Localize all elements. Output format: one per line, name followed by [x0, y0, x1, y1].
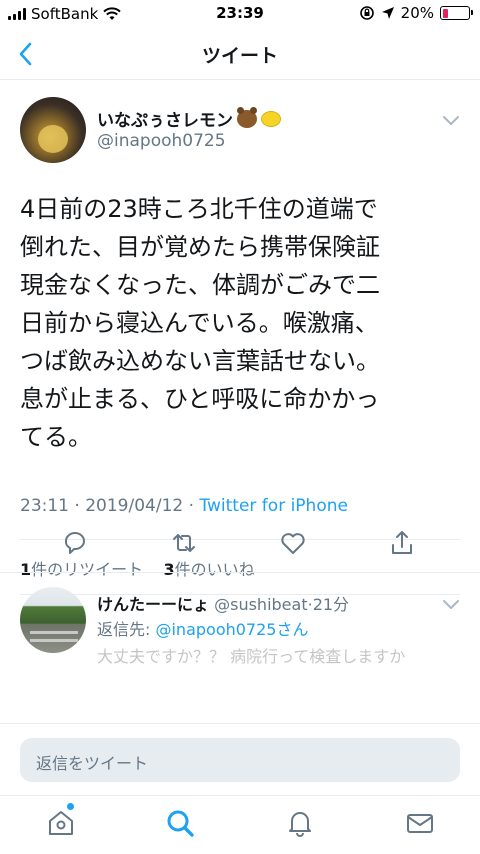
chevron-down-icon[interactable] [442, 113, 460, 127]
battery-percent: 20% [400, 4, 434, 22]
reply-author-handle[interactable]: @sushibeat [214, 595, 307, 614]
tab-bar [0, 795, 480, 854]
meta-separator: · [183, 496, 200, 516]
meta-separator: · [69, 496, 86, 516]
reply-author-name[interactable]: けんたーーにょ [97, 595, 209, 614]
navigation-bar: ツイート [0, 28, 480, 80]
author-display-name[interactable]: いなぷぅさレモン [97, 106, 233, 131]
heart-icon[interactable] [278, 528, 308, 558]
reply-header: けんたーーにょ @sushibeat·21分 [97, 591, 349, 615]
tweet-text-line: 息が止まる、ひと呼吸に命かかっ [20, 385, 380, 413]
location-arrow-icon [381, 7, 394, 19]
tweet-date: 2019/04/12 [85, 496, 184, 516]
page-title: ツイート [201, 45, 278, 67]
orientation-lock-icon [359, 6, 374, 20]
reply-input[interactable]: 返信をツイート [20, 738, 460, 782]
replying-to-label: 返信先: [97, 620, 156, 639]
tweet-source-link[interactable]: Twitter for iPhone [199, 496, 348, 516]
status-bar: SoftBank 23:39 20% [0, 0, 480, 28]
tweet-text-line: 倒れた、目が覚めたら携帯保険証 [20, 233, 380, 261]
reply-tweet[interactable]: けんたーーにょ @sushibeat·21分 返信先: @inapooh0725… [0, 573, 480, 723]
author-handle[interactable]: @inapooh0725 [97, 131, 226, 151]
tweet-actions [0, 528, 480, 564]
battery-icon [440, 6, 473, 20]
search-icon[interactable] [163, 806, 197, 840]
lemon-emoji-icon [261, 110, 281, 127]
mention-suffix: さん [276, 620, 309, 639]
avatar[interactable] [20, 587, 86, 653]
home-icon[interactable] [44, 806, 78, 840]
tweet-text: 4日前の23時ころ北千住の道端で 倒れた、目が覚めたら携帯保険証 現金なくなった… [20, 190, 460, 456]
bear-emoji-icon [237, 106, 257, 128]
replying-to: 返信先: @inapooh0725さん [97, 616, 308, 640]
replying-to-mention[interactable]: @inapooh0725さん [155, 620, 308, 639]
reply-text-preview: 大丈夫ですか？？ 病院行って検査しますか [97, 647, 406, 666]
tweet-text-line: 4日前の23時ころ北千住の道端で [20, 195, 378, 223]
reply-input-placeholder: 返信をツイート [36, 754, 149, 773]
retweet-icon[interactable] [169, 528, 199, 558]
tweet-text-line: つば飲み込めない言葉話せない。 [20, 347, 380, 375]
tweet-meta: 23:11 · 2019/04/12 · Twitter for iPhone [20, 496, 348, 516]
tweet-text-line: 日前から寝込んでいる。喉激痛、 [20, 309, 379, 337]
avatar[interactable] [20, 97, 86, 163]
reply-icon[interactable] [60, 528, 90, 558]
chevron-down-icon[interactable] [442, 597, 460, 611]
mail-icon[interactable] [403, 806, 437, 840]
share-icon[interactable] [387, 528, 417, 558]
author-name-row[interactable]: いなぷぅさレモン [97, 106, 281, 131]
bell-icon[interactable] [283, 806, 317, 840]
reply-compose-area: 返信をツイート [0, 723, 480, 795]
tweet-text-line: 現金なくなった、体調がごみで二 [20, 271, 380, 299]
reply-age: 21分 [312, 595, 350, 614]
mention-handle: @inapooh0725 [155, 620, 277, 639]
notification-dot [67, 803, 74, 810]
tweet-time: 23:11 [20, 496, 69, 516]
tweet-text-line: てる。 [20, 423, 92, 451]
status-right: 20% [359, 4, 473, 22]
battery-fill [442, 8, 448, 18]
